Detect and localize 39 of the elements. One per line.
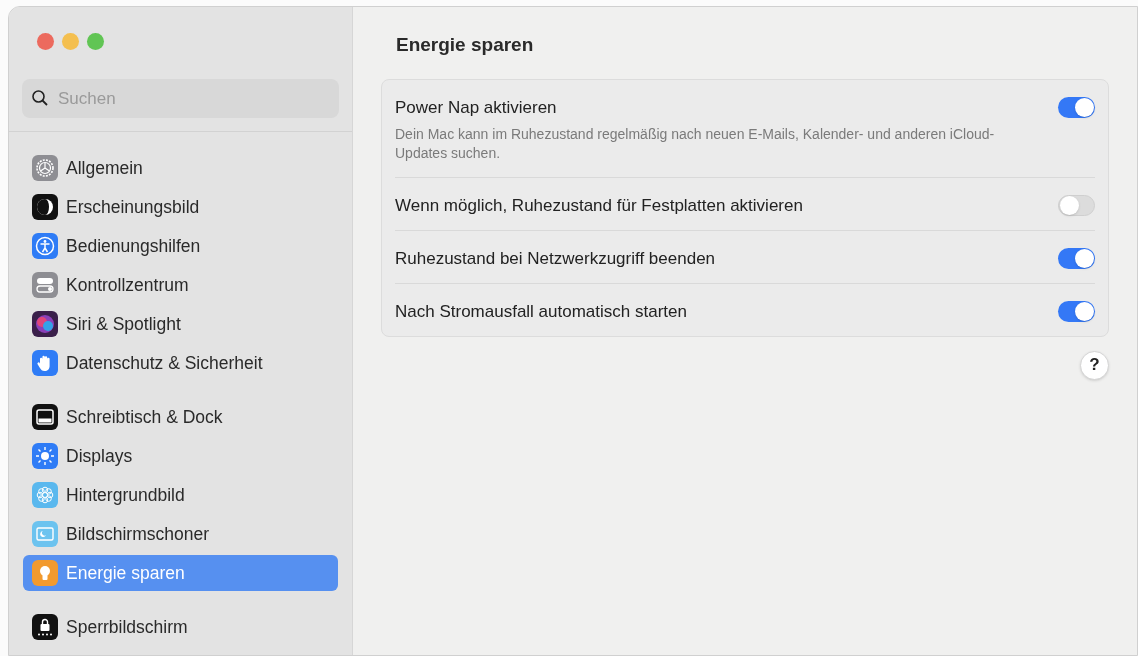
sidebar-item[interactable]: Kontrollzentrum bbox=[23, 267, 338, 303]
dock-icon bbox=[32, 404, 58, 430]
contrast-icon bbox=[32, 194, 58, 220]
lock-icon bbox=[32, 614, 58, 640]
window-button[interactable] bbox=[87, 33, 104, 50]
sidebar-item[interactable]: Sperrbildschirm bbox=[23, 609, 338, 645]
hand-icon bbox=[32, 350, 58, 376]
sidebar-item[interactable]: Datenschutz & Sicherheit bbox=[23, 345, 338, 381]
sun-icon bbox=[32, 443, 58, 469]
orb-icon bbox=[32, 311, 58, 337]
setting-label: Wenn möglich, Ruhezustand für Festplatten aktivieren bbox=[395, 194, 803, 217]
accessibility-icon bbox=[32, 233, 58, 259]
setting-label: Nach Stromausfall automatisch starten bbox=[395, 300, 687, 323]
sidebar-item[interactable]: Hintergrundbild bbox=[23, 477, 338, 513]
setting-label: Power Nap aktivieren bbox=[395, 97, 558, 119]
screen-moon-icon bbox=[32, 521, 58, 547]
search-icon bbox=[31, 89, 49, 107]
flower-icon bbox=[32, 482, 58, 508]
sidebar-item[interactable]: Siri & Spotlight bbox=[23, 306, 338, 342]
search-field[interactable]: Suchen bbox=[22, 79, 339, 118]
toggle-switch[interactable] bbox=[1058, 300, 1095, 322]
lightbulb-icon bbox=[32, 560, 58, 586]
gear-icon bbox=[32, 155, 58, 181]
page-title: Energie sparen bbox=[395, 33, 535, 57]
toggles-icon bbox=[32, 272, 58, 298]
sidebar-item[interactable]: Bildschirmschoner bbox=[23, 516, 338, 552]
sidebar-item[interactable]: Schreibtisch & Dock bbox=[23, 399, 338, 435]
setting-description: Dein Mac kann im Ruhezustand regelmäßig nach neuen E-Mails, Kalender- und anderen iCloud-Updates suchen. bbox=[395, 124, 996, 163]
setting-label: Ruhezustand bei Netzwerkzugriff beenden bbox=[395, 247, 716, 270]
sidebar-item[interactable]: Bedienungshilfen bbox=[23, 228, 338, 264]
help-button[interactable]: ? bbox=[1080, 350, 1109, 380]
sidebar-item[interactable]: Allgemein bbox=[23, 150, 338, 186]
window-button[interactable] bbox=[62, 33, 79, 50]
sidebar-item[interactable]: Displays bbox=[23, 438, 338, 474]
window-button[interactable] bbox=[37, 33, 54, 50]
toggle-switch[interactable] bbox=[1058, 194, 1095, 216]
toggle-switch[interactable] bbox=[1058, 247, 1095, 269]
toggle-switch[interactable] bbox=[1058, 97, 1095, 118]
sidebar-item[interactable]: Erscheinungsbild bbox=[23, 189, 338, 225]
